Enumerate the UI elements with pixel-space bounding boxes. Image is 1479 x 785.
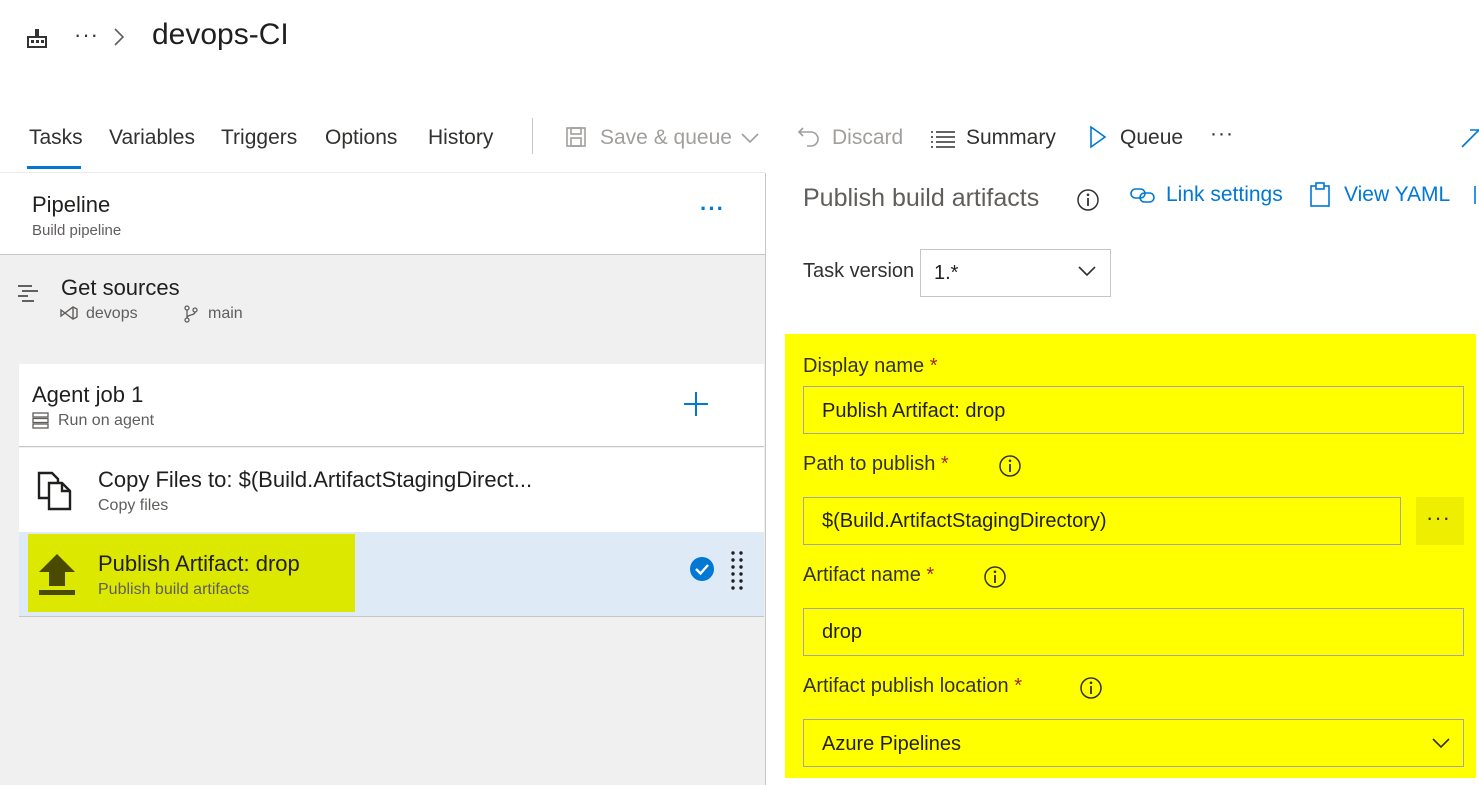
copy-files-icon: [36, 470, 74, 512]
required-marker: *: [926, 564, 935, 586]
task-title: Copy Files to: $(Build.ArtifactStagingDi…: [98, 467, 533, 492]
agent-job-subtitle: Run on agent: [58, 412, 155, 429]
task-subtitle: Publish build artifacts: [98, 581, 250, 598]
discard-button[interactable]: Discard: [832, 126, 903, 150]
field-label-text: Artifact publish location: [803, 675, 1009, 697]
link-icon: [1130, 185, 1156, 205]
info-icon[interactable]: [1079, 676, 1103, 700]
save-icon: [565, 126, 587, 148]
drag-handle-icon[interactable]: [730, 550, 744, 594]
server-icon: [32, 412, 49, 429]
chevron-down-icon[interactable]: [740, 131, 760, 145]
pipeline-node[interactable]: [0, 173, 765, 255]
chevron-down-icon: [1431, 736, 1451, 750]
required-marker: *: [940, 453, 949, 475]
artifact-name-label: Artifact name *: [803, 564, 934, 587]
breadcrumb-more-button[interactable]: ···: [74, 22, 99, 48]
field-label-text: Path to publish: [803, 453, 936, 475]
info-icon[interactable]: [1076, 188, 1100, 212]
panel-divider: [765, 173, 766, 785]
save-queue-button[interactable]: Save & queue: [600, 126, 732, 150]
artifact-name-value: drop: [822, 621, 863, 643]
clipboard-icon: [1309, 182, 1331, 208]
chevron-down-icon: [1077, 264, 1097, 278]
agent-job-title: Agent job 1: [32, 382, 144, 407]
get-sources-icon: [16, 283, 40, 305]
summary-button[interactable]: Summary: [966, 126, 1056, 150]
field-label-text: Display name: [803, 355, 925, 377]
path-to-publish-label: Path to publish *: [803, 453, 949, 476]
play-icon: [1088, 125, 1108, 149]
task-version-label: Task version: [803, 260, 915, 282]
pipeline-subtitle: Build pipeline: [32, 222, 122, 239]
artifact-publish-location-label: Artifact publish location *: [803, 675, 1022, 698]
artifact-name-input[interactable]: [803, 608, 1464, 656]
path-to-publish-value: $(Build.ArtifactStagingDirectory): [822, 510, 1107, 532]
tab-options[interactable]: Options: [325, 126, 397, 150]
get-sources-repo: devops: [86, 305, 138, 322]
display-name-value: Publish Artifact: drop: [822, 400, 1006, 422]
task-detail-title: Publish build artifacts: [803, 184, 1040, 212]
toolbar-divider: [532, 118, 533, 154]
add-task-plus-icon[interactable]: [682, 390, 710, 418]
task-title: Publish Artifact: drop: [98, 551, 300, 576]
summary-list-icon: [930, 129, 956, 149]
info-icon[interactable]: [998, 454, 1022, 478]
field-label-text: Artifact name: [803, 564, 921, 586]
queue-button[interactable]: Queue: [1120, 126, 1183, 150]
remove-icon[interactable]: [1470, 182, 1479, 208]
visual-studio-repo-icon: [60, 305, 78, 321]
task-subtitle: Copy files: [98, 497, 169, 514]
task-version-value: 1.*: [934, 262, 959, 284]
expand-icon[interactable]: [1460, 125, 1479, 149]
pipeline-factory-icon[interactable]: [26, 27, 48, 49]
required-marker: *: [1014, 675, 1023, 697]
page-title: devops-CI: [152, 18, 289, 51]
browse-ellipsis: ···: [1426, 505, 1451, 530]
info-icon[interactable]: [983, 565, 1007, 589]
publish-upload-icon: [36, 552, 78, 598]
tab-variables[interactable]: Variables: [109, 126, 195, 150]
branch-icon: [183, 305, 199, 323]
tab-history[interactable]: History: [428, 126, 493, 150]
checkmark-circle-icon: [689, 556, 715, 582]
required-marker: *: [929, 355, 938, 377]
link-settings-button[interactable]: Link settings: [1166, 183, 1283, 207]
breadcrumb-chevron-right-icon: [112, 27, 126, 47]
active-tab-indicator: [27, 166, 81, 169]
get-sources-title[interactable]: Get sources: [61, 275, 180, 301]
artifact-publish-location-value: Azure Pipelines: [822, 733, 961, 755]
tab-triggers[interactable]: Triggers: [221, 126, 297, 150]
toolbar-more-button[interactable]: ···: [1210, 122, 1234, 146]
display-name-label: Display name *: [803, 355, 938, 378]
get-sources-branch: main: [208, 305, 243, 322]
pipeline-title: Pipeline: [32, 192, 111, 217]
tab-tasks[interactable]: Tasks: [29, 126, 83, 150]
pipeline-more-button[interactable]: ···: [700, 196, 725, 222]
view-yaml-button[interactable]: View YAML: [1344, 183, 1450, 207]
undo-icon: [797, 124, 821, 148]
